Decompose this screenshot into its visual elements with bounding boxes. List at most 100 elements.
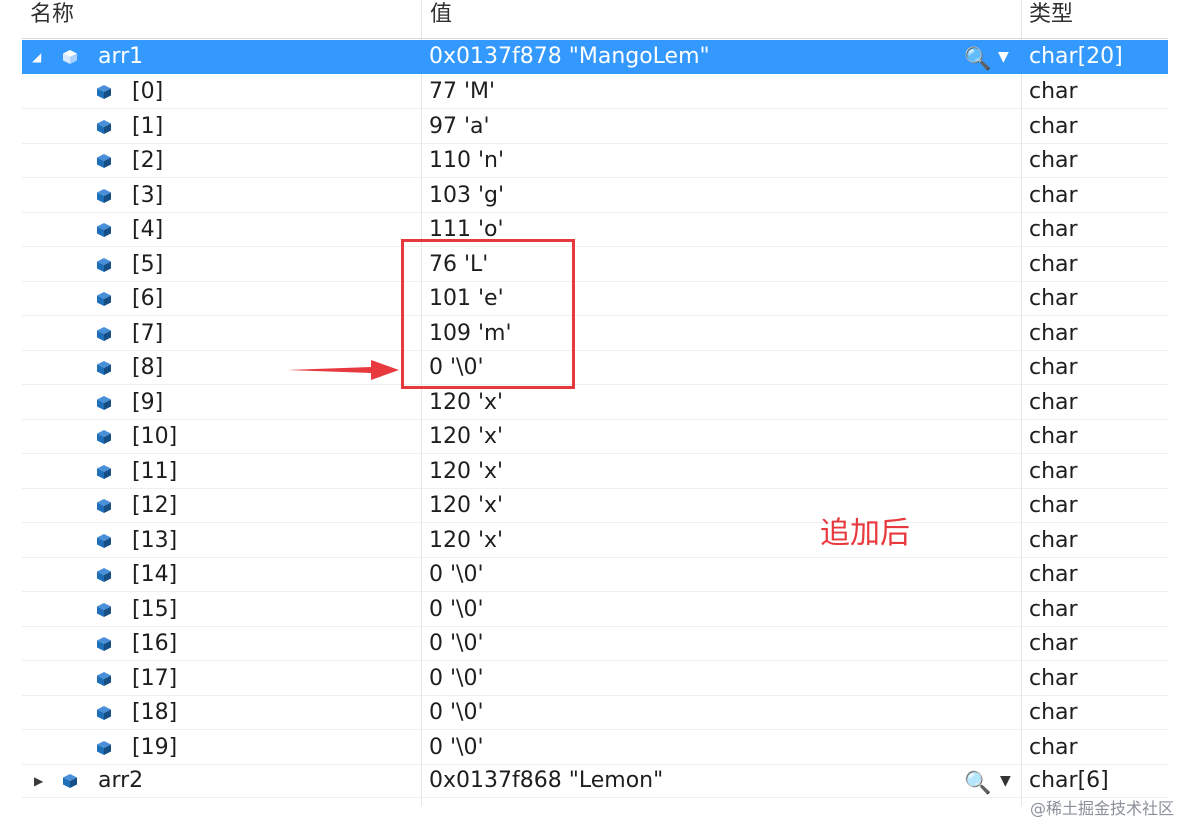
element-index: [12] (132, 493, 178, 518)
element-type: char (1029, 113, 1078, 139)
dropdown-arrow-icon[interactable]: ▼ (998, 40, 1009, 74)
element-index: [18] (132, 700, 178, 725)
element-type: char (1029, 79, 1078, 104)
watch-row-element[interactable]: [13] 120 'x' char (22, 524, 1168, 558)
element-index: [6] (132, 286, 164, 311)
variable-cube-icon (97, 154, 111, 168)
header-type[interactable]: 类型 (1029, 4, 1073, 26)
highlight-box (401, 239, 575, 389)
element-value[interactable]: 0 '\0' (429, 558, 484, 592)
variable-cube-icon (97, 119, 111, 134)
variable-cube-icon (97, 499, 111, 513)
variable-cube-icon (97, 223, 111, 237)
variable-name: arr1 (98, 44, 144, 69)
element-type: char (1029, 148, 1078, 173)
variable-value[interactable]: 0x0137f868 "Lemon" (429, 764, 663, 798)
watch-row-element[interactable]: [4] 111 'o' char (22, 213, 1168, 247)
element-type: char (1029, 355, 1078, 380)
element-type: char (1029, 527, 1078, 553)
element-value[interactable]: 0 '\0' (429, 731, 484, 765)
collapsed-triangle-icon[interactable]: ▶ (34, 764, 43, 798)
variable-cube-icon (97, 257, 111, 272)
watch-row-element[interactable]: [6] 101 'e' char (22, 282, 1168, 316)
watch-row-element[interactable]: [17] 0 '\0' char (22, 662, 1168, 696)
variable-cube-icon (97, 671, 111, 686)
watch-row-element[interactable]: [0] 77 'M' char (22, 75, 1168, 109)
element-value[interactable]: 120 'x' (429, 420, 503, 454)
element-value[interactable]: 0 '\0' (429, 593, 484, 627)
element-value[interactable]: 97 'a' (429, 110, 490, 144)
element-value[interactable]: 120 'x' (429, 455, 503, 489)
watch-row-element[interactable]: [3] 103 'g' char (22, 179, 1168, 213)
watch-row-element[interactable]: [15] 0 '\0' char (22, 593, 1168, 627)
variable-value[interactable]: 0x0137f878 "MangoLem" (429, 40, 710, 74)
element-index: [0] (132, 79, 164, 104)
watch-row-element[interactable]: [12] 120 'x' char (22, 489, 1168, 523)
element-index: [15] (132, 596, 178, 622)
element-type: char (1029, 700, 1078, 725)
element-value[interactable]: 0 '\0' (429, 662, 484, 696)
watch-row-element[interactable]: [7] 109 'm' char (22, 317, 1168, 351)
element-type: char (1029, 286, 1078, 311)
variable-cube-icon (63, 774, 77, 788)
variable-cube-icon (97, 568, 111, 582)
element-type: char (1029, 493, 1078, 518)
watch-row-element[interactable]: [9] 120 'x' char (22, 386, 1168, 420)
element-index: [17] (132, 665, 178, 691)
element-type: char (1029, 320, 1078, 346)
watch-row-element[interactable]: [11] 120 'x' char (22, 455, 1168, 489)
element-value[interactable]: 77 'M' (429, 75, 495, 109)
red-arrow-icon (287, 360, 399, 380)
element-index: [16] (132, 631, 178, 656)
element-index: [11] (132, 458, 178, 484)
element-index: [3] (132, 182, 164, 208)
element-type: char (1029, 631, 1078, 656)
element-type: char (1029, 458, 1078, 484)
element-type: char (1029, 596, 1078, 622)
watch-row-element[interactable]: [1] 97 'a' char (22, 110, 1168, 144)
header-name[interactable]: 名称 (30, 4, 74, 26)
magnifier-icon[interactable]: 🔍 (964, 767, 991, 801)
variable-cube-icon (97, 602, 111, 617)
watch-row-element[interactable]: [14] 0 '\0' char (22, 558, 1168, 592)
annotation-note: 追加后 (820, 516, 910, 551)
element-value[interactable]: 103 'g' (429, 179, 504, 213)
dropdown-arrow-icon[interactable]: ▼ (1000, 764, 1011, 798)
element-type: char (1029, 562, 1078, 587)
element-index: [13] (132, 527, 178, 553)
element-value[interactable]: 110 'n' (429, 144, 504, 178)
variable-cube-icon (97, 188, 111, 203)
watch-row-element[interactable]: [19] 0 '\0' char (22, 731, 1168, 765)
variable-type: char[6] (1029, 768, 1109, 793)
header-value[interactable]: 值 (430, 4, 452, 26)
variable-cube-icon (97, 706, 111, 720)
watch-row-element[interactable]: [8] 0 '\0' char (22, 351, 1168, 385)
watch-row-element[interactable]: [2] 110 'n' char (22, 144, 1168, 178)
watch-row-element[interactable]: [18] 0 '\0' char (22, 696, 1168, 730)
watch-row-element[interactable]: [5] 76 'L' char (22, 248, 1168, 282)
element-value[interactable]: 120 'x' (429, 524, 503, 558)
watch-row-arr2[interactable]: ▶ arr2 0x0137f868 "Lemon" 🔍 ▼ char[6] (22, 764, 1168, 798)
element-index: [5] (132, 251, 164, 277)
variable-type: char[20] (1029, 44, 1123, 69)
watch-row-arr1[interactable]: ◢ arr1 0x0137f878 "MangoLem" 🔍 ▼ char[20… (22, 40, 1168, 74)
element-value[interactable]: 0 '\0' (429, 696, 484, 730)
element-index: [19] (132, 734, 178, 760)
element-value[interactable]: 120 'x' (429, 386, 503, 420)
variable-cube-icon (97, 326, 111, 341)
variable-name: arr2 (98, 768, 144, 793)
element-type: char (1029, 217, 1078, 242)
variable-cube-icon (97, 464, 111, 479)
element-value[interactable]: 120 'x' (429, 489, 503, 523)
expanded-triangle-icon[interactable]: ◢ (32, 40, 41, 74)
element-index: [9] (132, 389, 164, 415)
watch-row-element[interactable]: [10] 120 'x' char (22, 420, 1168, 454)
element-index: [14] (132, 562, 178, 587)
column-header: 名称 值 类型 (22, 0, 1168, 39)
element-type: char (1029, 251, 1078, 277)
magnifier-icon[interactable]: 🔍 (964, 43, 991, 77)
element-value[interactable]: 0 '\0' (429, 627, 484, 661)
variable-cube-icon (63, 50, 77, 64)
watch-row-element[interactable]: [16] 0 '\0' char (22, 627, 1168, 661)
element-index: [4] (132, 217, 164, 242)
